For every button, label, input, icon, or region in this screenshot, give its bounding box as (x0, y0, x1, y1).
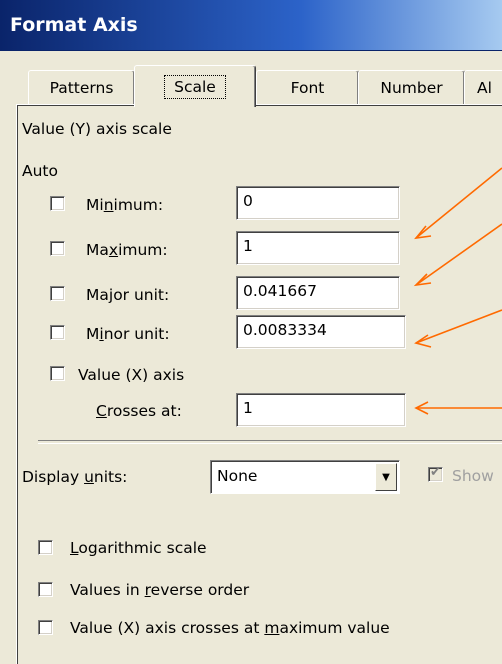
window-title: Format Axis (10, 14, 138, 36)
logarithmic-scale-checkbox[interactable] (38, 540, 53, 555)
check-icon: ✔ (430, 465, 441, 480)
minor-unit-label: Minor unit: (86, 325, 170, 343)
display-units-label: Display units: (22, 468, 128, 486)
tab-patterns-label: Patterns (49, 78, 114, 97)
reverse-order-checkbox[interactable] (38, 582, 53, 597)
minor-unit-auto-checkbox[interactable] (50, 325, 65, 340)
tab-alignment[interactable]: Al (464, 70, 502, 104)
separator (38, 440, 502, 444)
show-label-checkbox: ✔ (428, 465, 443, 482)
tab-patterns[interactable]: Patterns (28, 70, 135, 104)
display-units-select[interactable]: None ▼ (210, 460, 400, 494)
crosses-max-label: Value (X) axis crosses at maximum value (70, 619, 390, 637)
major-unit-input[interactable]: 0.041667 (236, 276, 400, 310)
logarithmic-scale-label: Logarithmic scale (70, 539, 207, 557)
maximum-label: Maximum: (86, 241, 168, 259)
reverse-order-label: Values in reverse order (70, 581, 250, 599)
tab-row: Patterns Scale Font Number Al (0, 64, 502, 107)
maximum-auto-checkbox[interactable] (50, 241, 65, 256)
tab-font[interactable]: Font (256, 70, 359, 104)
tab-number[interactable]: Number (358, 70, 465, 104)
maximum-input[interactable]: 1 (236, 231, 400, 265)
tab-scale-label: Scale (164, 74, 226, 99)
crosses-at-input[interactable]: 1 (236, 393, 406, 427)
show-label: Show (452, 467, 494, 485)
auto-label: Auto (22, 162, 58, 180)
major-unit-auto-checkbox[interactable] (50, 286, 65, 301)
minimum-input[interactable]: 0 (236, 186, 400, 220)
tab-alignment-label: Al (477, 78, 492, 97)
section-title: Value (Y) axis scale (22, 120, 172, 138)
minimum-label: Minimum: (86, 196, 164, 214)
value-x-axis-checkbox[interactable] (50, 366, 65, 381)
title-bar: Format Axis (0, 0, 502, 51)
major-unit-label: Major unit: (86, 286, 170, 304)
tab-font-label: Font (290, 78, 325, 97)
display-units-value: None (217, 467, 258, 485)
tab-scale[interactable]: Scale (134, 65, 256, 107)
crosses-at-label: Crosses at: (96, 402, 182, 420)
crosses-max-checkbox[interactable] (38, 620, 53, 635)
minor-unit-input[interactable]: 0.0083334 (236, 315, 406, 349)
minimum-auto-checkbox[interactable] (50, 196, 65, 211)
tab-number-label: Number (380, 78, 443, 97)
value-x-axis-label: Value (X) axis (78, 366, 185, 384)
dropdown-arrow-icon[interactable]: ▼ (375, 463, 397, 491)
